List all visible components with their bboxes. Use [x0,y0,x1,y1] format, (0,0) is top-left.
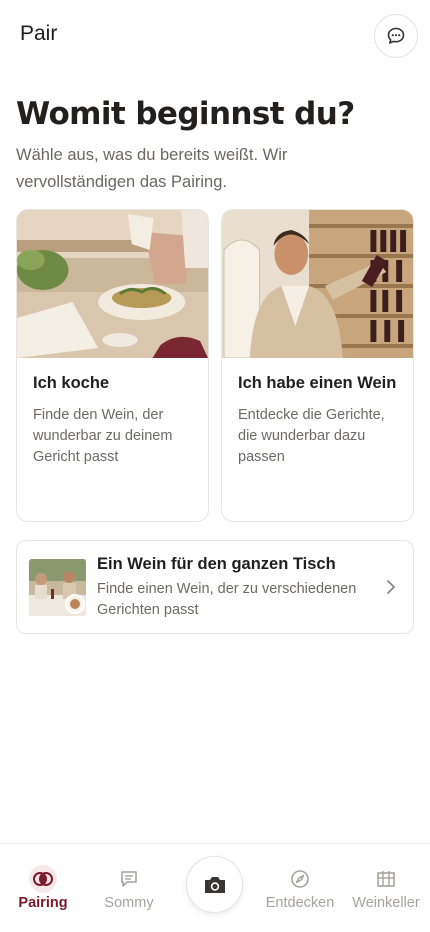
chevron-right-icon [387,580,395,594]
nav-label: Pairing [18,895,68,911]
option-card-title: Ich habe einen Wein [238,374,397,392]
camera-button[interactable] [186,856,243,913]
option-card-description: Entdecke die Gerichte, die wunderbar daz… [238,407,385,465]
nav-item-pairing[interactable]: Pairing [0,844,86,932]
page-heading: Womit beginnst du? [16,96,355,132]
cooking-photo [17,210,208,358]
pairing-screen: Pair Womit beginnst du? Wähle aus, was d… [0,0,430,932]
bottom-nav: Pairing Sommy Entdecken Weinkeller [0,843,430,932]
nav-item-sommy[interactable]: Sommy [86,844,172,932]
app-title: Pair [20,22,58,45]
pairing-rings-icon [29,865,57,893]
nav-label: Weinkeller [352,895,420,911]
chat-bubble-icon [387,27,405,44]
camera-icon [204,876,225,893]
nav-label: Entdecken [265,895,335,911]
option-card-wine[interactable]: Ich habe einen Wein Entdecke die Gericht… [221,209,414,522]
chat-button[interactable] [374,14,418,58]
option-card-description: Finde den Wein, der wunderbar zu deinem … [33,407,173,465]
wine-shop-photo [222,210,413,358]
nav-item-weinkeller[interactable]: Weinkeller [343,844,429,932]
nav-label: Sommy [104,895,154,911]
table-option-description: Finde einen Wein, der zu verschiedenen G… [97,581,357,618]
page-subtitle: Wähle aus, was du bereits weißt. Wir ver… [16,146,288,191]
chat-icon [115,865,143,893]
dinner-table-photo [29,559,86,616]
table-option-title: Ein Wein für den ganzen Tisch [97,555,336,573]
option-card-cooking[interactable]: Ich koche Finde den Wein, der wunderbar … [16,209,209,522]
header: Pair [0,0,430,72]
wine-cellar-icon [372,865,400,893]
compass-icon [286,865,314,893]
table-option-card[interactable]: Ein Wein für den ganzen Tisch Finde eine… [16,540,414,634]
nav-item-entdecken[interactable]: Entdecken [257,844,343,932]
option-card-title: Ich koche [33,374,110,392]
